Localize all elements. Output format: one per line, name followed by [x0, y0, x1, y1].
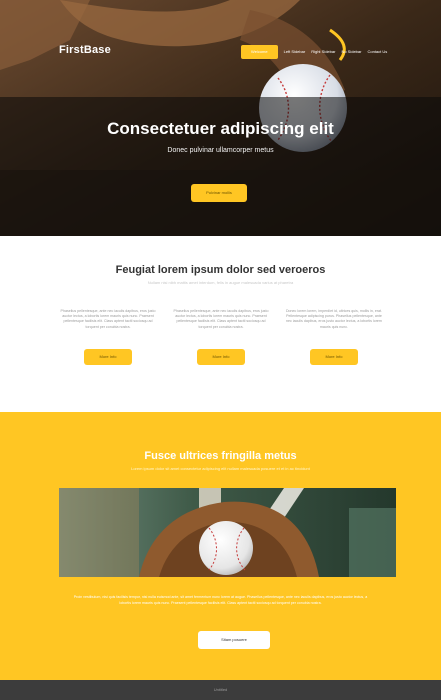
nav-item-welcome[interactable]: Welcome: [241, 45, 278, 59]
featured-subtitle: Lorem ipsum dolor sit amet consectetur a…: [131, 466, 310, 471]
feature-text: Phasellus pellentesque, ante nec iaculis…: [60, 309, 156, 329]
features-subtitle: Nullam nisi nibh mattis amet interdum, f…: [147, 280, 294, 285]
features-title: Feugiat lorem ipsum dolor sed veroeros: [115, 264, 326, 276]
featured-title: Fusce ultrices fringilla metus: [144, 450, 297, 462]
features-section: Feugiat lorem ipsum dolor sed veroeros N…: [0, 236, 441, 412]
nav-item-left-sidebar[interactable]: Left Sidebar: [284, 49, 306, 55]
feature-column: Phasellus pellentesque, ante nec iaculis…: [171, 309, 271, 365]
featured-section: Fusce ultrices fringilla metus Lorem ips…: [0, 412, 441, 680]
hero-banner: FirstBase Welcome Left Sidebar Right Sid…: [0, 0, 441, 236]
featured-body: Proin vestibulum, nisi quis facilisis te…: [73, 595, 368, 605]
more-info-button[interactable]: More Info: [310, 349, 358, 365]
nav-item-right-sidebar[interactable]: Right Sidebar: [311, 49, 335, 55]
nav-item-no-sidebar[interactable]: No Sidebar: [341, 49, 361, 55]
hero-subtitle: Donec pulvinar ullamcorper metus: [167, 147, 274, 154]
site-logo[interactable]: FirstBase: [59, 44, 111, 56]
feature-text: Donec lorem lorem, imperdiet id, ultrice…: [285, 309, 383, 329]
hero-title: Consectetuer adipiscing elit: [107, 119, 334, 138]
baseball-image: [59, 488, 396, 577]
more-info-button[interactable]: More Info: [84, 349, 132, 365]
start-button[interactable]: Sitam posuere: [198, 631, 270, 649]
hero-overlay: [0, 97, 441, 236]
feature-text: Phasellus pellentesque, ante nec iaculis…: [173, 309, 269, 329]
footer: Untitled: [0, 680, 441, 700]
page: FirstBase Welcome Left Sidebar Right Sid…: [0, 0, 441, 700]
feature-columns: Phasellus pellentesque, ante nec iaculis…: [58, 309, 384, 365]
more-info-button[interactable]: More Info: [197, 349, 245, 365]
feature-column: Phasellus pellentesque, ante nec iaculis…: [58, 309, 158, 365]
main-nav: Welcome Left Sidebar Right Sidebar No Si…: [241, 45, 387, 59]
feature-column: Donec lorem lorem, imperdiet id, ultrice…: [284, 309, 384, 365]
nav-item-contact-us[interactable]: Contact Us: [367, 49, 387, 55]
hero-button[interactable]: Pulvinar mollis: [191, 184, 247, 202]
